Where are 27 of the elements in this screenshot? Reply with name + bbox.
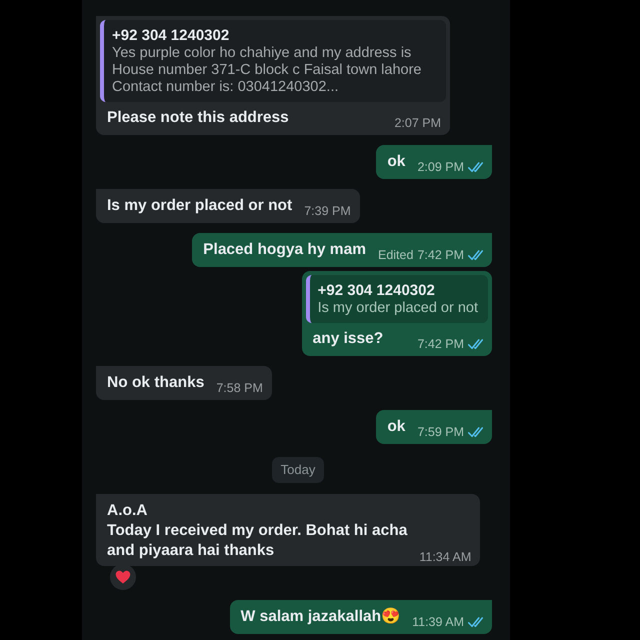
heart-reaction-icon[interactable] (110, 564, 136, 590)
message-text: Please note this address (107, 108, 289, 128)
message-text: No ok thanks (107, 373, 204, 393)
message-time: 2:07 PM (394, 116, 441, 130)
quote-text: Is my order placed or not (318, 300, 478, 317)
quoted-message[interactable]: +92 304 1240302 Yes purple color ho chahiye and my address is House number 371-C block c Faisal town lahore Contact number is: 03041240302... (100, 20, 446, 102)
message-time: 7:42 PM (417, 248, 464, 262)
message-text: W salam jazakallah😍 (240, 607, 400, 627)
quote-text: Yes purple color ho chahiye and my address is House number 371-C block c Faisal town lahore Contact number is: 03041240302... (112, 45, 422, 96)
message-text: Placed hogya hy mam (203, 240, 366, 260)
message-time: 2:09 PM (417, 160, 464, 174)
message-time: 7:58 PM (216, 381, 263, 395)
message-time: 11:39 AM (412, 615, 464, 629)
quoted-message[interactable]: +92 304 1240302 Is my order placed or not (306, 275, 488, 323)
edited-label: Edited (378, 248, 414, 262)
message-text: ok (387, 152, 406, 172)
message-text: any isse? (312, 329, 384, 349)
message-text: ok (387, 417, 406, 437)
date-divider: Today (272, 457, 324, 483)
message-text: A.o.A Today I received my order. Bohat hi acha and piyaara hai thanks (107, 501, 408, 561)
message-time: 11:34 AM (419, 550, 472, 564)
message-time: 7:59 PM (417, 425, 464, 439)
quote-sender: +92 304 1240302 (318, 281, 436, 300)
message-time: 7:42 PM (417, 337, 464, 351)
quote-sender: +92 304 1240302 (112, 26, 230, 45)
message-text: Is my order placed or not (107, 196, 292, 216)
message-time: 7:39 PM (304, 204, 351, 218)
